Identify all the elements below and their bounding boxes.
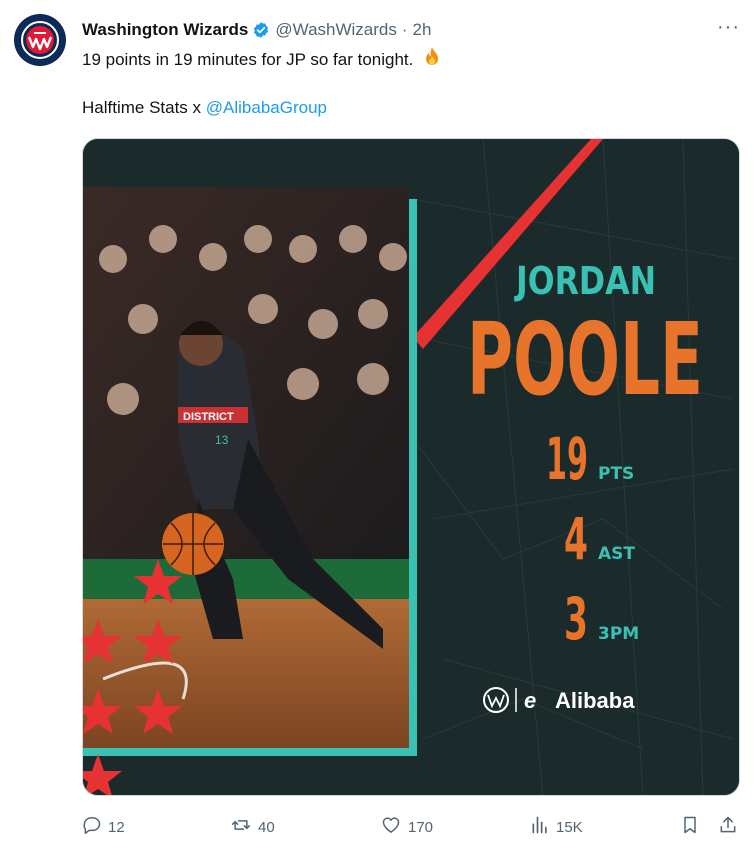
bookmark-icon (680, 815, 700, 839)
tweet-text-line2: Halftime Stats x @AlibabaGroup (82, 97, 327, 119)
share-button[interactable] (718, 814, 738, 840)
views-button[interactable]: 15K (530, 814, 583, 840)
repost-count: 40 (258, 818, 275, 836)
line2-prefix: Halftime Stats x (82, 98, 206, 117)
bookmark-button[interactable] (680, 814, 700, 840)
stat-value-pts: 19 (546, 425, 588, 493)
verified-badge-icon (252, 21, 270, 39)
account-name[interactable]: Washington Wizards (82, 20, 248, 40)
action-bar: 12 40 170 15K (82, 814, 740, 840)
jersey-text: DISTRICT (183, 411, 234, 423)
tweet-text-line1: 19 points in 19 minutes for JP so far to… (82, 50, 414, 69)
tweet-header: Washington Wizards @WashWizards · 2h (82, 19, 734, 41)
like-button[interactable]: 170 (380, 814, 433, 840)
views-icon (530, 815, 550, 839)
views-count: 15K (556, 818, 583, 836)
repost-icon (230, 815, 252, 839)
player-photo: DISTRICT 13 (83, 187, 409, 749)
stat-label-3pm: 3PM (598, 624, 639, 644)
stat-label-ast: AST (598, 544, 635, 564)
stat-label-pts: PTS (598, 464, 634, 484)
reply-icon (82, 815, 102, 839)
fire-icon (422, 46, 442, 74)
more-icon[interactable]: ··· (717, 16, 740, 39)
reply-count: 12 (108, 818, 125, 836)
like-icon (380, 815, 402, 839)
account-handle[interactable]: @WashWizards (275, 20, 396, 40)
stat-value-ast: 4 (564, 505, 588, 573)
like-count: 170 (408, 818, 434, 836)
mention-link[interactable]: @AlibabaGroup (206, 98, 327, 117)
separator-dot: · (401, 20, 408, 39)
sponsor-name: Alibaba (555, 688, 635, 713)
wizards-logo-icon (21, 21, 59, 59)
timestamp[interactable]: 2h (413, 20, 432, 40)
reply-button[interactable]: 12 (82, 814, 125, 840)
stat-value-3pm: 3 (564, 585, 588, 653)
halftime-stats-graphic: DISTRICT 13 JORDAN POOLE 19 PTS 4 AST 3 … (83, 139, 739, 795)
jersey-number: 13 (215, 433, 229, 447)
repost-button[interactable]: 40 (230, 814, 275, 840)
first-name: JORDAN (514, 259, 656, 303)
share-icon (718, 815, 738, 839)
tweet: Washington Wizards @WashWizards · 2h ···… (0, 0, 754, 854)
last-name: POOLE (467, 301, 703, 418)
tweet-text: 19 points in 19 minutes for JP so far to… (82, 46, 442, 74)
avatar[interactable] (14, 14, 66, 66)
tweet-media[interactable]: DISTRICT 13 JORDAN POOLE 19 PTS 4 AST 3 … (82, 138, 740, 796)
alibaba-logo-icon: e (524, 688, 536, 713)
